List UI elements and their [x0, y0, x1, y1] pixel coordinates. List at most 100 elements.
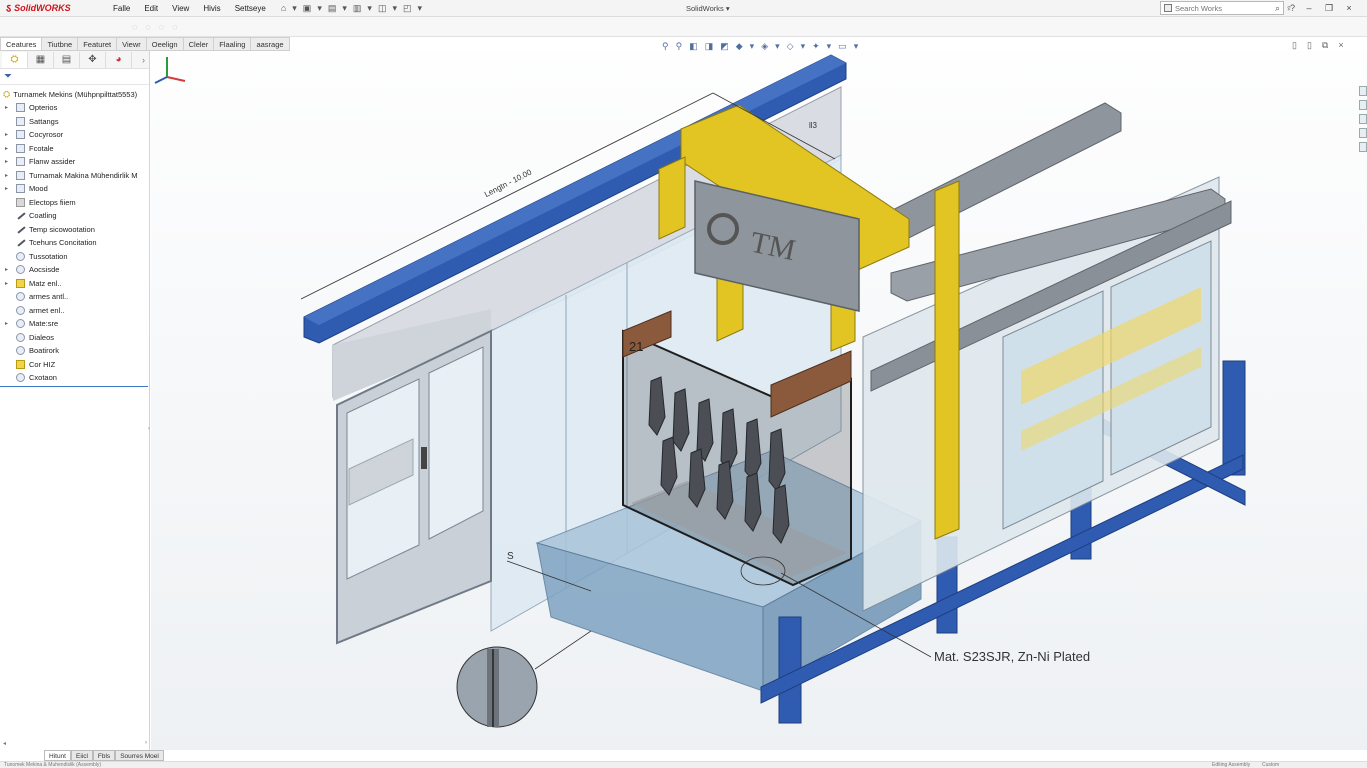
print-icon[interactable]: ▥: [353, 0, 362, 17]
chevron-down-icon[interactable]: ▾: [317, 0, 322, 17]
tab-motion[interactable]: Fbls: [92, 750, 116, 761]
tree-item[interactable]: Temp sicowootation: [0, 223, 149, 237]
command-placeholder-icon[interactable]: ◌: [159, 22, 164, 32]
chevron-down-icon[interactable]: ▾: [342, 0, 347, 17]
dimension-top[interactable]: ll3: [809, 121, 817, 130]
open-icon[interactable]: ▣: [303, 0, 312, 17]
command-placeholder-icon[interactable]: ◌: [172, 22, 177, 32]
undo-icon[interactable]: ◫: [378, 0, 387, 17]
tab-cleler[interactable]: Cleler: [183, 37, 215, 51]
feature-tree-tab-icon[interactable]: ⛭: [2, 51, 28, 68]
tab-feature[interactable]: Featuret: [78, 37, 118, 51]
display-manager-tab-icon[interactable]: ◕: [106, 51, 132, 68]
tree-item[interactable]: Dialeos: [0, 331, 149, 345]
command-placeholder-icon[interactable]: ◌: [132, 22, 137, 32]
tab-3d-views[interactable]: Eiicl: [70, 750, 93, 761]
chevron-down-icon[interactable]: ▾: [292, 0, 297, 17]
expand-arrow-icon[interactable]: ▸: [5, 145, 8, 152]
expand-arrow-icon[interactable]: ▸: [5, 185, 8, 192]
tree-item[interactable]: ▸ Opterios: [0, 101, 149, 115]
tree-item[interactable]: Tussotation: [0, 250, 149, 264]
tree-item[interactable]: armet enl..: [0, 304, 149, 318]
property-manager-tab-icon[interactable]: ▦: [28, 51, 54, 68]
scroll-right-icon[interactable]: ›: [145, 740, 147, 749]
configuration-tab-icon[interactable]: ▤: [54, 51, 80, 68]
dimxpert-tab-icon[interactable]: ✥: [80, 51, 106, 68]
menu-insert[interactable]: Hivis: [196, 0, 227, 17]
tree-item[interactable]: Cor HIZ: [0, 358, 149, 372]
task-pane-explorer-icon[interactable]: [1358, 114, 1367, 124]
dimension-small[interactable]: S: [507, 551, 514, 562]
chevron-down-icon[interactable]: ▾: [392, 0, 397, 17]
tree-item[interactable]: ▸ Matz enl..: [0, 277, 149, 291]
tree-item[interactable]: Electops fiiem: [0, 196, 149, 210]
close-viewport-icon[interactable]: ×: [1338, 40, 1343, 51]
task-pane-appearance-icon[interactable]: [1358, 142, 1367, 152]
restore-icon[interactable]: ❐: [1319, 0, 1339, 17]
expand-arrow-icon[interactable]: ▸: [5, 320, 8, 327]
tab-model[interactable]: Hitunt: [44, 750, 71, 761]
tree-item[interactable]: Sattangs: [0, 115, 149, 129]
minimize-icon[interactable]: –: [1299, 0, 1319, 17]
tab-features[interactable]: Ceatures: [0, 37, 43, 51]
tree-item[interactable]: ▸ Aocsisde: [0, 263, 149, 277]
expand-arrow-icon[interactable]: ▸: [5, 266, 8, 273]
task-pane-library-icon[interactable]: [1358, 100, 1367, 110]
tree-item[interactable]: ▸ Cocyrosor: [0, 128, 149, 142]
task-pane-resources-icon[interactable]: [1358, 86, 1367, 96]
tree-item[interactable]: ▸ Mate:sre: [0, 317, 149, 331]
assembly-model[interactable]: TM: [151, 51, 1367, 750]
chevron-down-icon[interactable]: ▾: [367, 0, 372, 17]
maximize-viewport-icon[interactable]: ⧉: [1322, 40, 1328, 51]
pane-resize-handle[interactable]: ‹: [148, 426, 150, 432]
tab-view[interactable]: Viewr: [117, 37, 147, 51]
command-placeholder-icon[interactable]: ◌: [145, 22, 150, 32]
expand-arrow-icon[interactable]: ▸: [5, 104, 8, 111]
tree-item-label: Cor HIZ: [29, 359, 56, 369]
expand-arrow-icon[interactable]: ▸: [5, 158, 8, 165]
expand-arrow-icon[interactable]: ▸: [5, 131, 8, 138]
filter-icon[interactable]: ⏷: [4, 71, 12, 82]
tree-item[interactable]: armes antl..: [0, 290, 149, 304]
app-logo[interactable]: ऽ SolidWORKS: [0, 0, 96, 17]
document-title[interactable]: SolidWorks ▾: [686, 0, 730, 17]
tree-item[interactable]: Coatling: [0, 209, 149, 223]
tree-root[interactable]: ⛭ Turnamek Mekins (Mühpnpilttat5553): [0, 87, 149, 101]
graphics-viewport[interactable]: TM Lengtn - 10.00 ll3 21 S Mat. S23SJR, …: [151, 51, 1367, 750]
expand-arrow-icon[interactable]: ▸: [5, 172, 8, 179]
chevron-right-icon[interactable]: ›: [142, 55, 145, 65]
tile-icon[interactable]: ▯: [1292, 40, 1297, 51]
expand-arrow-icon[interactable]: ▸: [5, 280, 8, 287]
save-icon[interactable]: ▤: [328, 0, 337, 17]
tree-item[interactable]: Tcehuns Concitation: [0, 236, 149, 250]
tab-aasrage[interactable]: aasrage: [251, 37, 290, 51]
tree-item[interactable]: Cxotaon: [0, 371, 149, 385]
task-pane-palette-icon[interactable]: [1358, 128, 1367, 138]
tab-study[interactable]: Sourres Moel: [115, 750, 164, 761]
search-input[interactable]: [1161, 3, 1265, 13]
status-units[interactable]: Custom: [1262, 762, 1279, 768]
tree-item[interactable]: ▸ Fcotale: [0, 142, 149, 156]
tree-item[interactable]: ▸ Mood: [0, 182, 149, 196]
feature-tree-scrollbar[interactable]: ◂ ›: [0, 740, 150, 749]
tree-item[interactable]: ▸ Flanw assider: [0, 155, 149, 169]
home-icon[interactable]: ⌂: [281, 0, 286, 17]
scroll-left-icon[interactable]: ◂: [3, 740, 6, 749]
menu-settings[interactable]: Settseye: [228, 0, 273, 17]
chevron-down-icon[interactable]: ▾: [418, 0, 423, 17]
close-icon[interactable]: ×: [1339, 0, 1359, 17]
select-icon[interactable]: ◰: [403, 0, 412, 17]
restore-viewport-icon[interactable]: ▯: [1307, 40, 1312, 51]
filter-row[interactable]: ⏷: [0, 69, 149, 85]
menu-view[interactable]: View: [165, 0, 196, 17]
tab-sketch[interactable]: Tiutbne: [42, 37, 79, 51]
menu-edit[interactable]: Edit: [137, 0, 165, 17]
tab-flaaling[interactable]: Flaaling: [214, 37, 252, 51]
menu-file[interactable]: Falle: [106, 0, 137, 17]
tree-item[interactable]: Boatirork: [0, 344, 149, 358]
tree-item[interactable]: ▸ Turnamak Makina Mühendirlik M: [0, 169, 149, 183]
search-box[interactable]: ⌕: [1160, 1, 1284, 15]
help-options-icon[interactable]: ♀: [1279, 0, 1299, 17]
material-callout[interactable]: Mat. S23SJR, Zn-Ni Plated: [934, 649, 1090, 664]
tab-design[interactable]: Oeelign: [146, 37, 184, 51]
